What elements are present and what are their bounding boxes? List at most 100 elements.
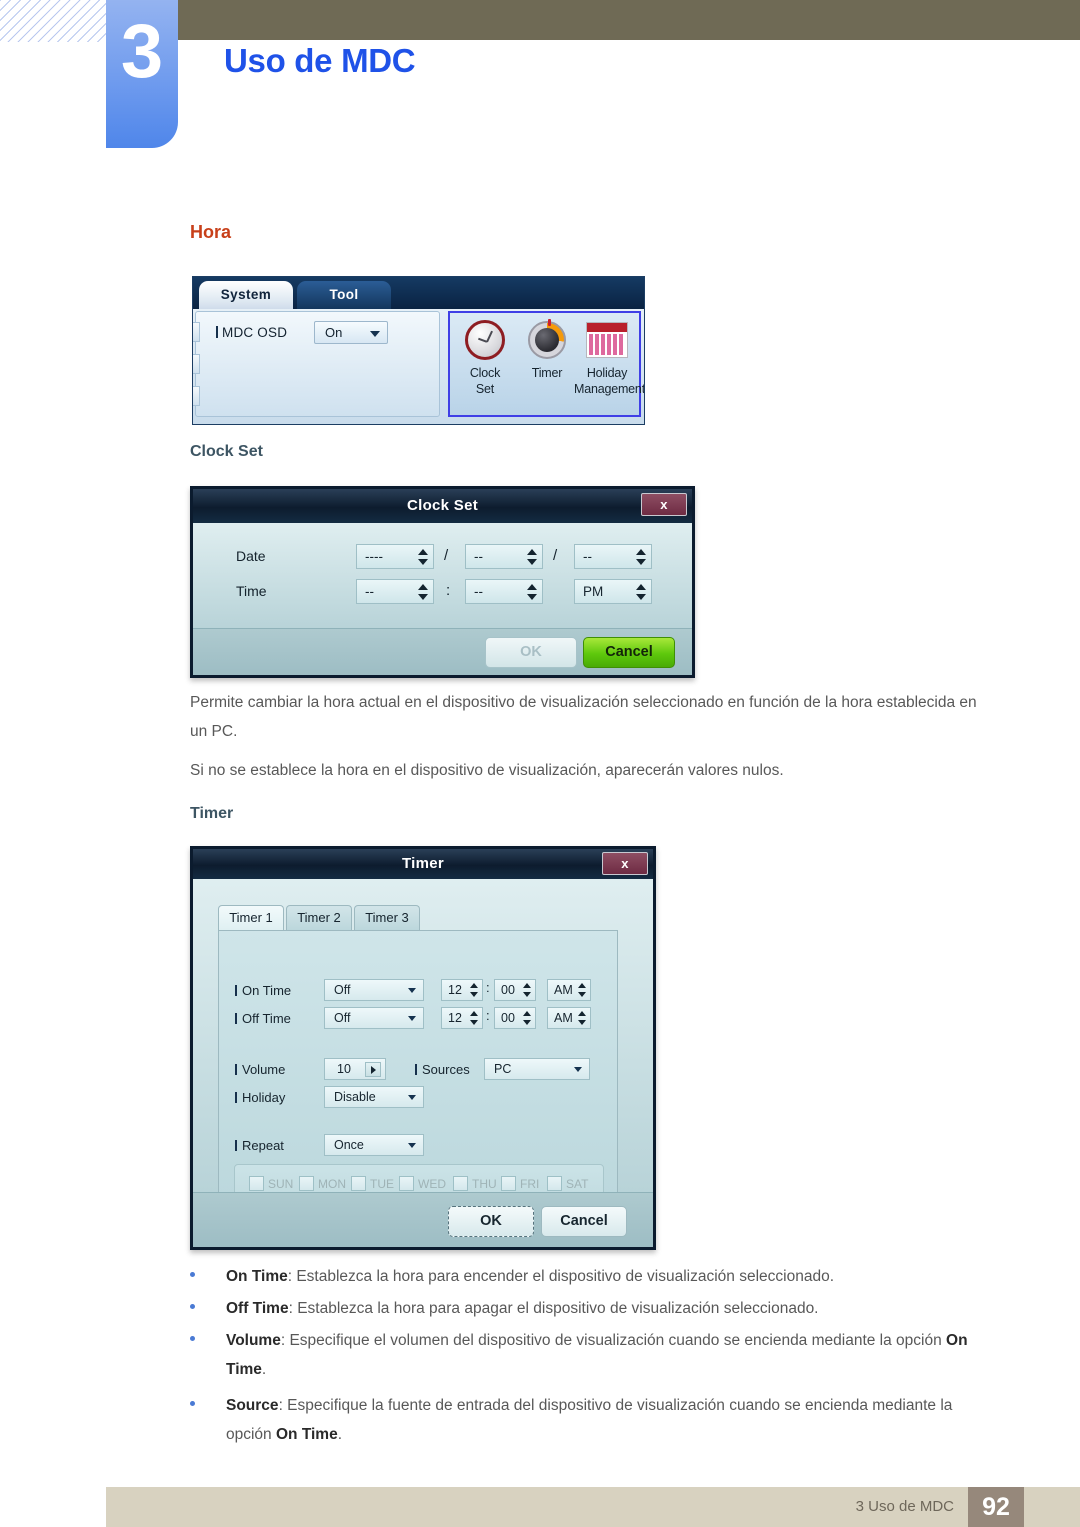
osd-time-icon-group: Clock Set Timer Holiday Management [448,311,644,417]
spinner-arrows-icon [470,1010,479,1026]
page-title: Uso de MDC [224,42,416,79]
repeat-dropdown[interactable]: Once [324,1134,424,1156]
clock-set-ok-button[interactable]: OK [485,637,577,668]
weekday-mon-label: MON [318,1177,346,1191]
spinner-arrows-icon [578,982,587,998]
list-item: Off Time: Establezca la hora para apagar… [190,1294,990,1323]
timer-dialog-titlebar: Timer x [193,849,653,879]
bullet-tail: . [261,1361,267,1378]
timer-dialog-body: Timer 1 Timer 2 Timer 3 On Time Off 12 :… [193,879,653,1212]
checkbox-sun[interactable] [249,1176,264,1191]
on-time-meridiem-value: AM [554,983,573,997]
on-time-hour-spinner[interactable]: 12 [441,979,483,1001]
date-separator-1: / [444,547,449,564]
timer-tab-panel: On Time Off 12 : 00 AM Off Time Off 12:… [218,930,618,1212]
timer-tab-row: Timer 1 Timer 2 Timer 3 [218,905,618,930]
mdc-osd-label: MDC OSD [216,325,287,340]
checkbox-tue[interactable] [351,1176,366,1191]
volume-increase-icon[interactable] [365,1062,381,1077]
volume-stepper[interactable]: 10 [324,1058,386,1080]
time-minute-spinner[interactable]: -- [465,579,543,604]
field-marker-icon [235,1092,237,1103]
timer-icon [516,318,578,364]
date-month-value: -- [474,549,483,564]
date-month-spinner[interactable]: -- [465,544,543,569]
mdc-osd-dropdown[interactable]: On [314,321,388,344]
on-time-minute-value: 00 [501,983,515,997]
checkbox-mon[interactable] [299,1176,314,1191]
checkbox-thu[interactable] [453,1176,468,1191]
time-meridiem-spinner[interactable]: PM [574,579,652,604]
clock-set-button[interactable]: Clock Set [454,318,516,396]
field-marker-icon [216,326,218,338]
tab-timer-1[interactable]: Timer 1 [218,905,284,930]
bullet-term-2: On Time [275,1426,338,1443]
timer-ok-button[interactable]: OK [448,1206,534,1237]
date-label: Date [236,548,266,564]
on-time-mode-dropdown[interactable]: Off [324,979,424,1001]
spinner-arrows-icon [636,583,647,601]
timer-cancel-button[interactable]: Cancel [541,1206,627,1237]
on-time-separator: : [486,980,490,995]
spinner-arrows-icon [418,548,429,566]
close-icon[interactable]: x [641,493,687,516]
off-time-minute-spinner[interactable]: 00 [494,1007,536,1029]
bullet-tail: . [337,1426,343,1443]
footer-chapter-label: 3 Uso de MDC [855,1498,954,1515]
bullet-text: : Especifique el volumen del dispositivo… [280,1332,947,1349]
off-time-mode-dropdown[interactable]: Off [324,1007,424,1029]
list-item: Volume: Especifique el volumen del dispo… [190,1326,990,1384]
time-minute-value: -- [474,584,483,599]
spinner-arrows-icon [418,583,429,601]
checkbox-fri[interactable] [501,1176,516,1191]
close-icon[interactable]: x [602,852,648,875]
spinner-arrows-icon [578,1010,587,1026]
checkbox-sat[interactable] [547,1176,562,1191]
osd-tab-tool[interactable]: Tool [297,281,391,309]
clock-set-cancel-button[interactable]: Cancel [583,637,675,668]
mdc-osd-dropdown-value: On [325,325,343,340]
date-year-spinner[interactable]: ---- [356,544,434,569]
volume-value: 10 [337,1062,351,1076]
spinner-arrows-icon [636,548,647,566]
time-separator: : [446,582,451,599]
mdc-osd-panel-screenshot: System Tool MDC OSD On Clock Set Timer H… [192,276,645,425]
list-item: On Time: Establezca la hora para encende… [190,1262,990,1291]
off-time-meridiem-spinner[interactable]: AM [547,1007,591,1029]
spinner-arrows-icon [523,982,532,998]
tab-timer-3[interactable]: Timer 3 [354,905,420,930]
timer-button[interactable]: Timer [516,318,578,382]
chapter-number: 3 [120,9,164,94]
bullet-text: : Establezca la hora para encender el di… [287,1268,835,1285]
paragraph-clock-set-2: Si no se establece la hora en el disposi… [190,762,784,779]
bullet-dot-icon [190,1304,195,1309]
osd-tab-system[interactable]: System [199,281,293,309]
date-day-spinner[interactable]: -- [574,544,652,569]
time-label: Time [236,583,267,599]
clock-set-dialog: Clock Set x Date Time ---- / -- / -- -- … [190,486,695,678]
subheading-clock-set: Clock Set [190,443,263,460]
off-time-label: Off Time [235,1011,291,1026]
off-time-hour-spinner[interactable]: 12 [441,1007,483,1029]
sources-dropdown[interactable]: PC [484,1058,590,1080]
chevron-down-icon [408,988,416,993]
field-marker-icon [235,1064,237,1075]
tab-timer-2[interactable]: Timer 2 [286,905,352,930]
date-year-value: ---- [365,549,383,564]
osd-side-stub-3 [193,386,200,406]
checkbox-wed[interactable] [399,1176,414,1191]
field-marker-icon [235,1140,237,1151]
time-hour-spinner[interactable]: -- [356,579,434,604]
weekday-tue-label: TUE [370,1177,394,1191]
on-time-meridiem-spinner[interactable]: AM [547,979,591,1001]
on-time-minute-spinner[interactable]: 00 [494,979,536,1001]
chevron-down-icon [408,1095,416,1100]
osd-tab-bar: System Tool [193,277,644,309]
off-time-hour-value: 12 [448,1011,462,1025]
timer-dialog: Timer x Timer 1 Timer 2 Timer 3 On Time … [190,846,656,1250]
section-heading-hora: Hora [190,222,232,242]
holiday-management-button[interactable]: Holiday Management [574,318,644,396]
page-number: 92 [968,1487,1024,1527]
holiday-dropdown[interactable]: Disable [324,1086,424,1108]
holiday-label: Holiday [235,1090,285,1105]
